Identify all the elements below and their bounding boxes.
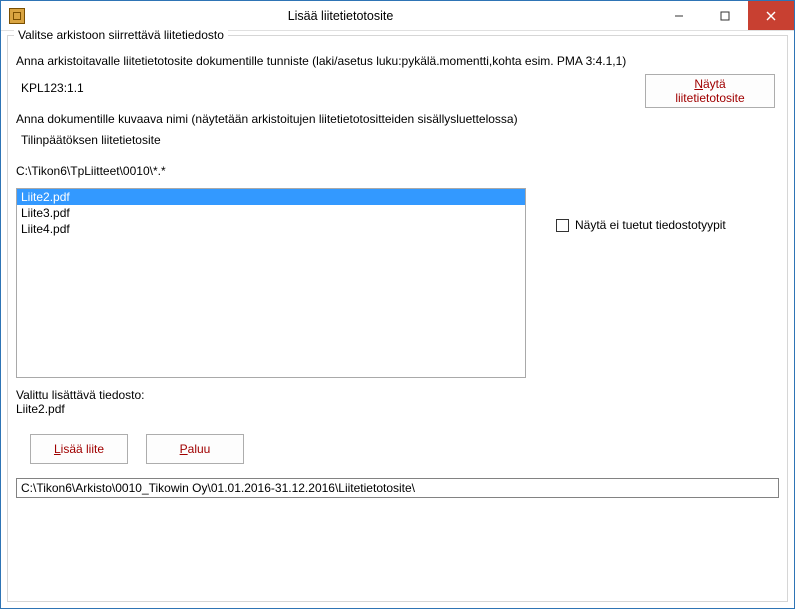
group-select-file: Valitse arkistoon siirrettävä liitetiedo… bbox=[7, 35, 788, 602]
file-listbox[interactable]: Liite2.pdfLiite3.pdfLiite4.pdf bbox=[16, 188, 526, 378]
add-attachment-button[interactable]: Lisää liite bbox=[30, 434, 128, 464]
show-attachment-button[interactable]: Näytä liitetietotosite bbox=[645, 74, 775, 108]
list-item[interactable]: Liite3.pdf bbox=[17, 205, 525, 221]
show-attachment-rest: äytä liitetietotosite bbox=[675, 77, 744, 105]
minimize-button[interactable] bbox=[656, 1, 702, 30]
client-area: Valitse arkistoon siirrettävä liitetiedo… bbox=[1, 31, 794, 608]
window-frame: Lisää liitetietotosite Valitse arkistoon… bbox=[0, 0, 795, 609]
label-instruction-2: Anna dokumentille kuvaava nimi (näytetää… bbox=[16, 112, 779, 126]
show-unsupported-checkbox[interactable] bbox=[556, 219, 569, 232]
return-button[interactable]: Paluu bbox=[146, 434, 244, 464]
input-document-id[interactable] bbox=[16, 78, 216, 98]
label-selected-file: Liite2.pdf bbox=[16, 402, 779, 416]
add-attachment-rest: isää liite bbox=[61, 442, 104, 456]
return-rest: aluu bbox=[188, 442, 211, 456]
label-source-path: C:\Tikon6\TpLiitteet\0010\*.* bbox=[16, 164, 779, 178]
show-unsupported-label: Näytä ei tuetut tiedostotyypit bbox=[575, 218, 726, 232]
minimize-icon bbox=[674, 11, 684, 21]
list-item[interactable]: Liite2.pdf bbox=[17, 189, 525, 205]
input-document-name[interactable] bbox=[16, 130, 779, 150]
maximize-button[interactable] bbox=[702, 1, 748, 30]
titlebar[interactable]: Lisää liitetietotosite bbox=[1, 1, 794, 31]
add-attachment-accel: L bbox=[54, 442, 61, 456]
maximize-icon bbox=[720, 11, 730, 21]
close-icon bbox=[766, 11, 776, 21]
window-title: Lisää liitetietotosite bbox=[25, 9, 656, 23]
return-accel: P bbox=[180, 442, 188, 456]
label-selected-file-heading: Valittu lisättävä tiedosto: bbox=[16, 388, 779, 402]
app-icon bbox=[9, 8, 25, 24]
show-attachment-accel: N bbox=[694, 77, 703, 91]
label-instruction-1: Anna arkistoitavalle liitetietotosite do… bbox=[16, 54, 779, 68]
list-item[interactable]: Liite4.pdf bbox=[17, 221, 525, 237]
group-legend: Valitse arkistoon siirrettävä liitetiedo… bbox=[14, 28, 228, 42]
close-button[interactable] bbox=[748, 1, 794, 30]
window-controls bbox=[656, 1, 794, 30]
archive-path-display: C:\Tikon6\Arkisto\0010_Tikowin Oy\01.01.… bbox=[16, 478, 779, 498]
